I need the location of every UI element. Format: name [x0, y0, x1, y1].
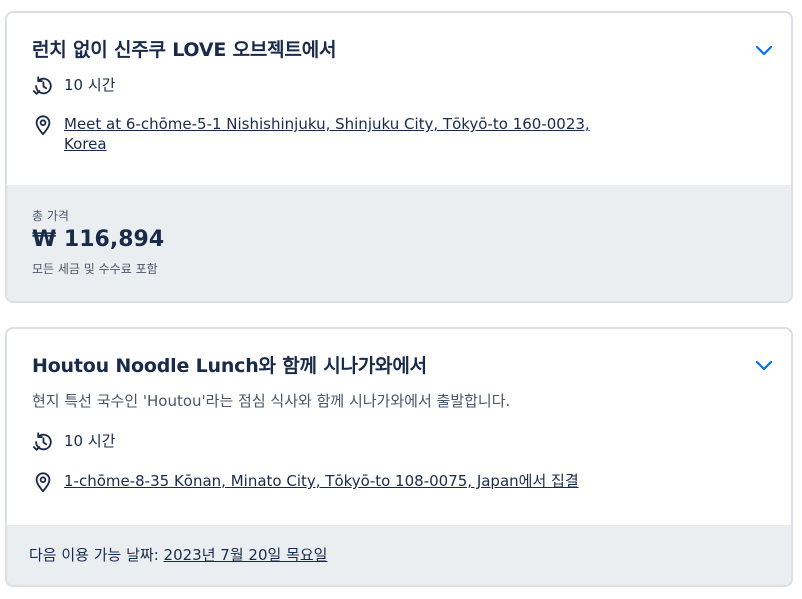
history-icon	[32, 432, 52, 451]
option-title[interactable]: Houtou Noodle Lunch와 함께 시나가와에서	[32, 351, 427, 378]
price-note: 모든 세금 및 수수료 포함	[32, 262, 158, 276]
option-description: 현지 특선 국수인 'Houtou'라는 점심 식사와 함께 시나가와에서 출발…	[32, 392, 511, 410]
meeting-point-link[interactable]: Meet at 6-chōme-5-1 Nishishinjuku, Shinj…	[64, 114, 590, 134]
duration-text: 10 시간	[64, 432, 116, 450]
meeting-point-link[interactable]: 1-chōme-8-35 Kōnan, Minato City, Tōkyō-t…	[64, 471, 579, 491]
duration-text: 10 시간	[64, 76, 116, 94]
duration-row: 10 시간	[32, 431, 115, 453]
option-title[interactable]: 런치 없이 신주쿠 LOVE 오브젝트에서	[32, 35, 336, 62]
activity-option-card-2[interactable]: Houtou Noodle Lunch와 함께 시나가와에서 현지 특선 국수인…	[5, 327, 793, 587]
meeting-point-row[interactable]: Meet at 6-chōme-5-1 Nishishinjuku, Shinj…	[32, 114, 590, 154]
price-label: 총 가격	[32, 209, 69, 223]
duration-row: 10 시간	[32, 75, 115, 97]
location-pin-icon	[35, 115, 51, 136]
location-pin-icon	[35, 472, 51, 493]
chevron-down-icon[interactable]	[753, 354, 775, 376]
availability-panel: 다음 이용 가능 날짜: 2023년 7월 20일 목요일	[7, 525, 791, 585]
chevron-down-icon[interactable]	[753, 39, 775, 61]
price-panel: 총 가격 ₩ 116,894 모든 세금 및 수수료 포함	[7, 185, 791, 301]
total-price: ₩ 116,894	[32, 227, 165, 252]
meeting-point-row[interactable]: 1-chōme-8-35 Kōnan, Minato City, Tōkyō-t…	[32, 471, 579, 493]
next-availability: 다음 이용 가능 날짜: 2023년 7월 20일 목요일	[29, 544, 327, 565]
availability-label: 다음 이용 가능 날짜:	[29, 546, 159, 564]
meeting-point-link-line2[interactable]: Korea	[64, 134, 590, 154]
activity-option-card-1[interactable]: 런치 없이 신주쿠 LOVE 오브젝트에서 10 시간 Meet at 6-ch…	[5, 11, 793, 303]
history-icon	[32, 76, 52, 95]
availability-date-link[interactable]: 2023년 7월 20일 목요일	[164, 546, 328, 564]
